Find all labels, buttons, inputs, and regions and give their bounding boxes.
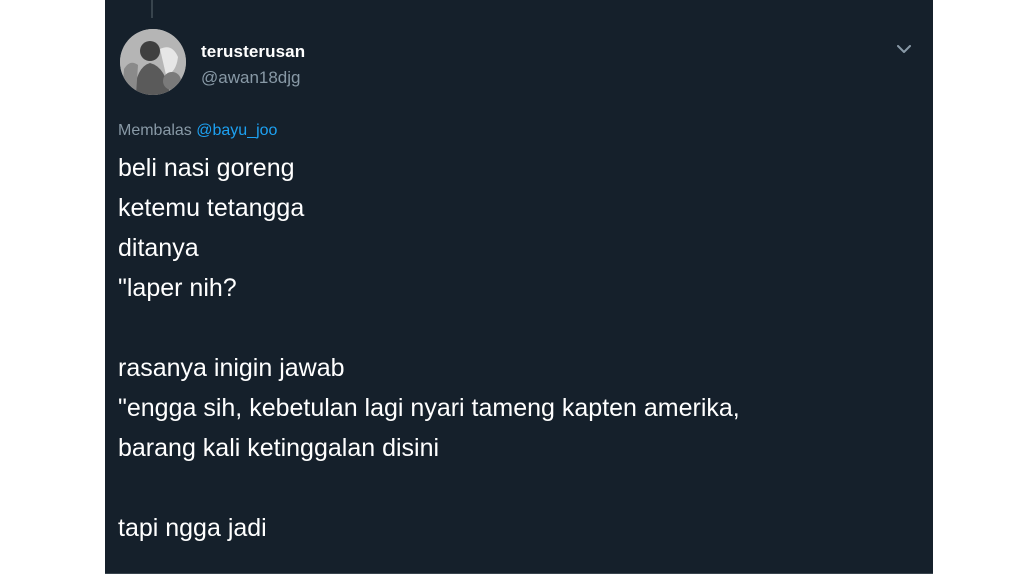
tweet-text-line: "engga sih, kebetulan lagi nyari tameng … [118, 394, 740, 422]
tweet-card[interactable]: terusterusan @awan18djg Membalas @bayu_j… [105, 0, 933, 574]
tweet-menu-button[interactable] [893, 38, 915, 60]
tweet-text-line: tapi ngga jadi [118, 514, 267, 542]
user-display-name[interactable]: terusterusan [201, 42, 305, 62]
avatar-photo-icon [120, 29, 186, 95]
tweet-text-line: rasanya inigin jawab [118, 354, 345, 382]
thread-connector-line [151, 0, 153, 18]
reply-mention-link[interactable]: @bayu_joo [196, 122, 277, 139]
chevron-down-icon [897, 44, 911, 53]
tweet-text-line: barang kali ketinggalan disini [118, 434, 440, 462]
tweet-body: beli nasi goreng ketemu tetangga ditanya "l… [118, 148, 928, 548]
tweet-text-line: ditanya [118, 234, 199, 262]
screenshot-canvas: terusterusan @awan18djg Membalas @bayu_j… [0, 0, 1024, 576]
tweet-text-line: ketemu tetangga [118, 194, 305, 222]
user-handle[interactable]: @awan18djg [201, 68, 301, 88]
reply-prefix: Membalas [118, 122, 192, 139]
user-avatar[interactable] [120, 29, 186, 95]
tweet-text-line: beli nasi goreng [118, 154, 295, 182]
tweet-text-line: "laper nih? [118, 274, 237, 302]
reply-context: Membalas @bayu_joo [118, 122, 277, 140]
